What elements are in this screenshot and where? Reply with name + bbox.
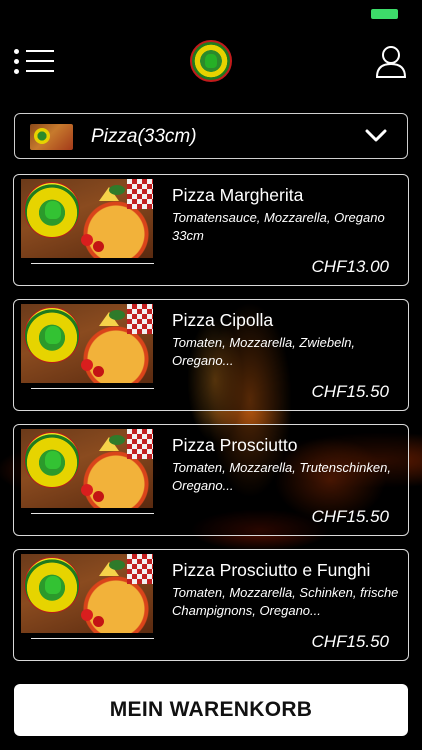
cart-button[interactable]: MEIN WARENKORB <box>14 684 408 736</box>
category-label: Pizza(33cm) <box>91 126 197 147</box>
item-title: Pizza Cipolla <box>172 310 274 330</box>
restaurant-logo <box>190 40 232 82</box>
user-icon <box>375 46 407 78</box>
divider <box>31 388 154 389</box>
category-selector[interactable]: Pizza(33cm) <box>14 113 408 159</box>
menu-item-card[interactable]: Pizza Margherita Tomatensauce, Mozzarell… <box>13 174 409 286</box>
divider <box>31 638 154 639</box>
pizza-image <box>21 554 153 633</box>
menu-button[interactable] <box>14 44 54 74</box>
pizza-image <box>21 429 153 508</box>
logo-icon <box>24 557 80 613</box>
item-price: CHF15.50 <box>311 632 389 651</box>
battery-icon <box>371 9 398 19</box>
divider <box>31 263 154 264</box>
pizza-image <box>21 304 153 383</box>
chevron-down-icon <box>365 129 387 142</box>
menu-item-card[interactable]: Pizza Prosciutto Tomaten, Mozzarella, Tr… <box>13 424 409 536</box>
item-description: Tomaten, Mozzarella, Zwiebeln, Oregano..… <box>172 335 356 368</box>
logo-icon <box>34 128 50 144</box>
logo-icon <box>24 432 80 488</box>
user-account-button[interactable] <box>375 44 407 78</box>
item-title: Pizza Margherita <box>172 185 304 205</box>
menu-item-card[interactable]: Pizza Prosciutto e Funghi Tomaten, Mozza… <box>13 549 409 661</box>
item-description: Tomaten, Mozzarella, Schinken, frische C… <box>172 585 399 618</box>
top-bar <box>0 38 422 84</box>
item-title: Pizza Prosciutto e Funghi <box>172 560 371 580</box>
logo-icon <box>24 307 80 363</box>
logo-icon <box>24 182 80 238</box>
item-description: Tomaten, Mozzarella, Trutenschinken, Ore… <box>172 460 391 493</box>
divider <box>31 513 154 514</box>
item-price: CHF13.00 <box>311 257 389 276</box>
menu-item-card[interactable]: Pizza Cipolla Tomaten, Mozzarella, Zwieb… <box>13 299 409 411</box>
item-title: Pizza Prosciutto <box>172 435 298 455</box>
category-thumbnail <box>30 124 73 150</box>
item-price: CHF15.50 <box>311 507 389 526</box>
item-description: Tomatensauce, Mozzarella, Oregano 33cm <box>172 210 385 243</box>
logo-frog-icon <box>205 54 217 68</box>
item-price: CHF15.50 <box>311 382 389 401</box>
pizza-image <box>21 179 153 258</box>
